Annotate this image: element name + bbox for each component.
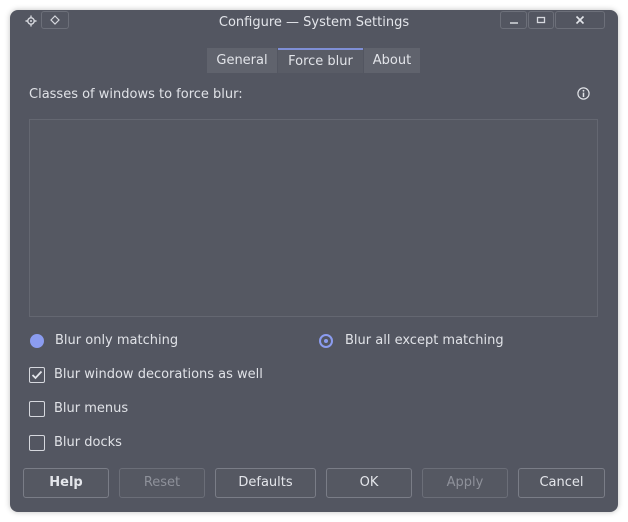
button-bar: Help Reset Defaults OK Apply Cancel	[10, 468, 618, 500]
info-icon	[577, 87, 590, 100]
ok-button[interactable]: OK	[326, 468, 412, 498]
close-icon	[575, 15, 585, 25]
checkbox-blur-menus[interactable]	[29, 401, 45, 417]
reset-button[interactable]: Reset	[119, 468, 205, 498]
configure-dialog: Configure — System Settings General Forc…	[10, 10, 618, 512]
maximize-icon	[536, 16, 546, 24]
window-classes-textarea[interactable]	[29, 119, 598, 317]
tab-force-blur[interactable]: Force blur	[278, 48, 363, 73]
radio-blur-all-except-matching-label: Blur all except matching	[345, 333, 504, 348]
tab-about[interactable]: About	[364, 48, 420, 73]
checkbox-blur-decorations[interactable]	[29, 367, 45, 383]
classes-label: Classes of windows to force blur:	[29, 87, 243, 102]
apply-button[interactable]: Apply	[422, 468, 508, 498]
minimize-button[interactable]	[500, 11, 527, 29]
tab-bar: General Force blur About	[10, 48, 618, 74]
maximize-button[interactable]	[528, 11, 554, 29]
radio-blur-all-except-matching[interactable]	[319, 334, 333, 348]
checkbox-blur-menus-label: Blur menus	[54, 401, 129, 416]
radio-blur-only-matching-label: Blur only matching	[55, 333, 179, 348]
checkbox-blur-docks[interactable]	[29, 435, 45, 451]
defaults-button[interactable]: Defaults	[215, 468, 316, 498]
checkbox-blur-docks-label: Blur docks	[54, 435, 122, 450]
info-button[interactable]	[577, 87, 590, 100]
checkbox-blur-decorations-label: Blur window decorations as well	[54, 367, 263, 382]
close-button[interactable]	[555, 11, 605, 29]
cancel-button[interactable]: Cancel	[518, 468, 605, 498]
radio-blur-only-matching[interactable]	[30, 334, 44, 348]
minimize-icon	[509, 22, 518, 24]
checkmark-icon	[31, 370, 43, 380]
title-bar: Configure — System Settings	[10, 10, 618, 38]
tab-general[interactable]: General	[207, 48, 277, 73]
help-button[interactable]: Help	[23, 468, 109, 498]
